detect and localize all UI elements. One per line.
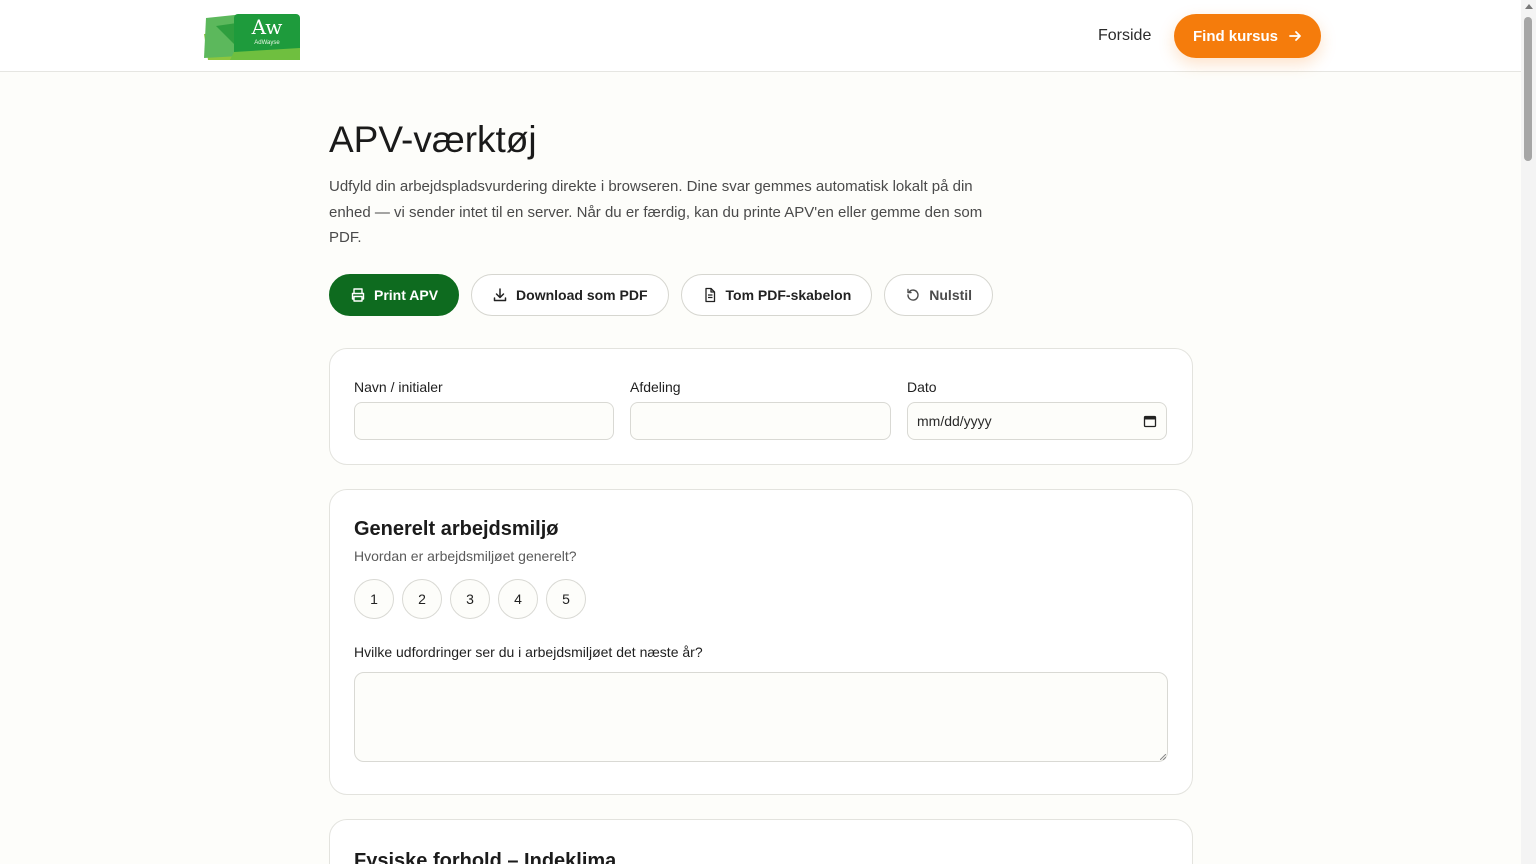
info-card: Navn / initialer Afdeling Dato mm/dd/yyy… [329,348,1193,465]
physical-section-title: Fysiske forhold – Indeklima [354,850,617,864]
general-environment-card: Generelt arbejdsmiljø Hvordan er arbejds… [329,489,1193,795]
rating-option-1[interactable]: 1 [354,579,394,619]
download-label: Download som PDF [516,287,648,303]
page-title: APV-værktøj [329,119,537,160]
reset-icon [907,288,919,301]
document-icon [704,287,715,303]
calendar-icon[interactable] [1143,414,1157,428]
scroll-up-icon[interactable] [1525,4,1533,9]
arrow-right-icon [1289,31,1301,41]
general-question: Hvordan er arbejdsmiljøet generelt? [354,548,577,564]
department-label: Afdeling [630,379,681,395]
nav-home-link[interactable]: Forside [1098,25,1151,47]
department-input[interactable] [630,402,891,440]
reset-button[interactable]: Nulstil [884,274,994,316]
name-input[interactable] [354,402,614,440]
date-placeholder: mm/dd/yyyy [917,413,992,429]
download-pdf-button[interactable]: Download som PDF [471,274,669,316]
find-course-label: Find kursus [1192,27,1278,45]
find-course-button[interactable]: Find kursus [1174,14,1321,58]
section-title: Generelt arbejdsmiljø [354,518,559,540]
resize-grip-icon[interactable] [1160,754,1166,760]
rating-option-2[interactable]: 2 [402,579,442,619]
logo-text: Aw [251,15,283,39]
print-button[interactable]: Print APV [329,274,460,316]
challenges-textarea[interactable] [354,672,1168,762]
reset-label: Nulstil [929,287,973,303]
physical-conditions-card: Fysiske forhold – Indeklima [329,819,1193,864]
logo-subtext: AdWayse [254,40,280,46]
empty-template-button[interactable]: Tom PDF-skabelon [680,274,873,316]
rating-option-4[interactable]: 4 [498,579,538,619]
challenges-label: Hvilke udfordringer ser du i arbejdsmilj… [354,644,703,660]
download-icon [493,288,507,302]
rating-scale: 1 2 3 4 5 [354,579,586,619]
rating-option-5[interactable]: 5 [546,579,586,619]
page-intro: Udfyld din arbejdspladsvurdering direkte… [329,178,983,246]
name-label: Navn / initialer [354,379,443,395]
print-label: Print APV [374,287,439,303]
printer-icon [351,288,365,302]
action-bar: Print APV Download som PDF Tom PDF-skabe… [329,274,994,316]
date-label: Dato [907,379,937,395]
date-input[interactable]: mm/dd/yyyy [907,402,1167,440]
scrollbar-thumb[interactable] [1524,17,1532,161]
template-label: Tom PDF-skabelon [725,287,852,303]
rating-option-3[interactable]: 3 [450,579,490,619]
site-header: Aw AdWayse Forside Find kursus [0,0,1521,72]
